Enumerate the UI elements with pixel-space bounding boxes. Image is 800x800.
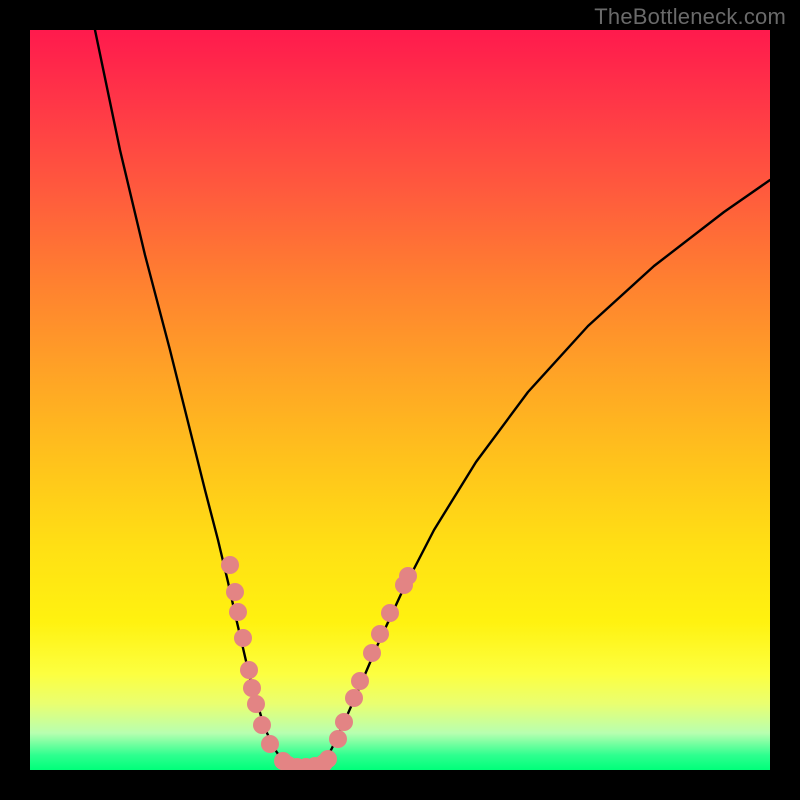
marker-dot bbox=[240, 661, 258, 679]
marker-dot bbox=[221, 556, 239, 574]
marker-dot bbox=[371, 625, 389, 643]
marker-dot bbox=[335, 713, 353, 731]
bottleneck-curve bbox=[95, 30, 770, 767]
marker-dot bbox=[226, 583, 244, 601]
marker-group bbox=[221, 556, 417, 770]
marker-dot bbox=[351, 672, 369, 690]
marker-dot bbox=[329, 730, 347, 748]
marker-dot bbox=[229, 603, 247, 621]
watermark-text: TheBottleneck.com bbox=[594, 4, 786, 30]
marker-dot bbox=[363, 644, 381, 662]
marker-dot bbox=[247, 695, 265, 713]
marker-dot bbox=[243, 679, 261, 697]
marker-dot bbox=[381, 604, 399, 622]
marker-dot bbox=[234, 629, 252, 647]
plot-area bbox=[30, 30, 770, 770]
marker-dot bbox=[253, 716, 271, 734]
marker-dot bbox=[261, 735, 279, 753]
marker-dot bbox=[399, 567, 417, 585]
chart-frame: TheBottleneck.com bbox=[0, 0, 800, 800]
chart-svg bbox=[30, 30, 770, 770]
marker-dot bbox=[345, 689, 363, 707]
